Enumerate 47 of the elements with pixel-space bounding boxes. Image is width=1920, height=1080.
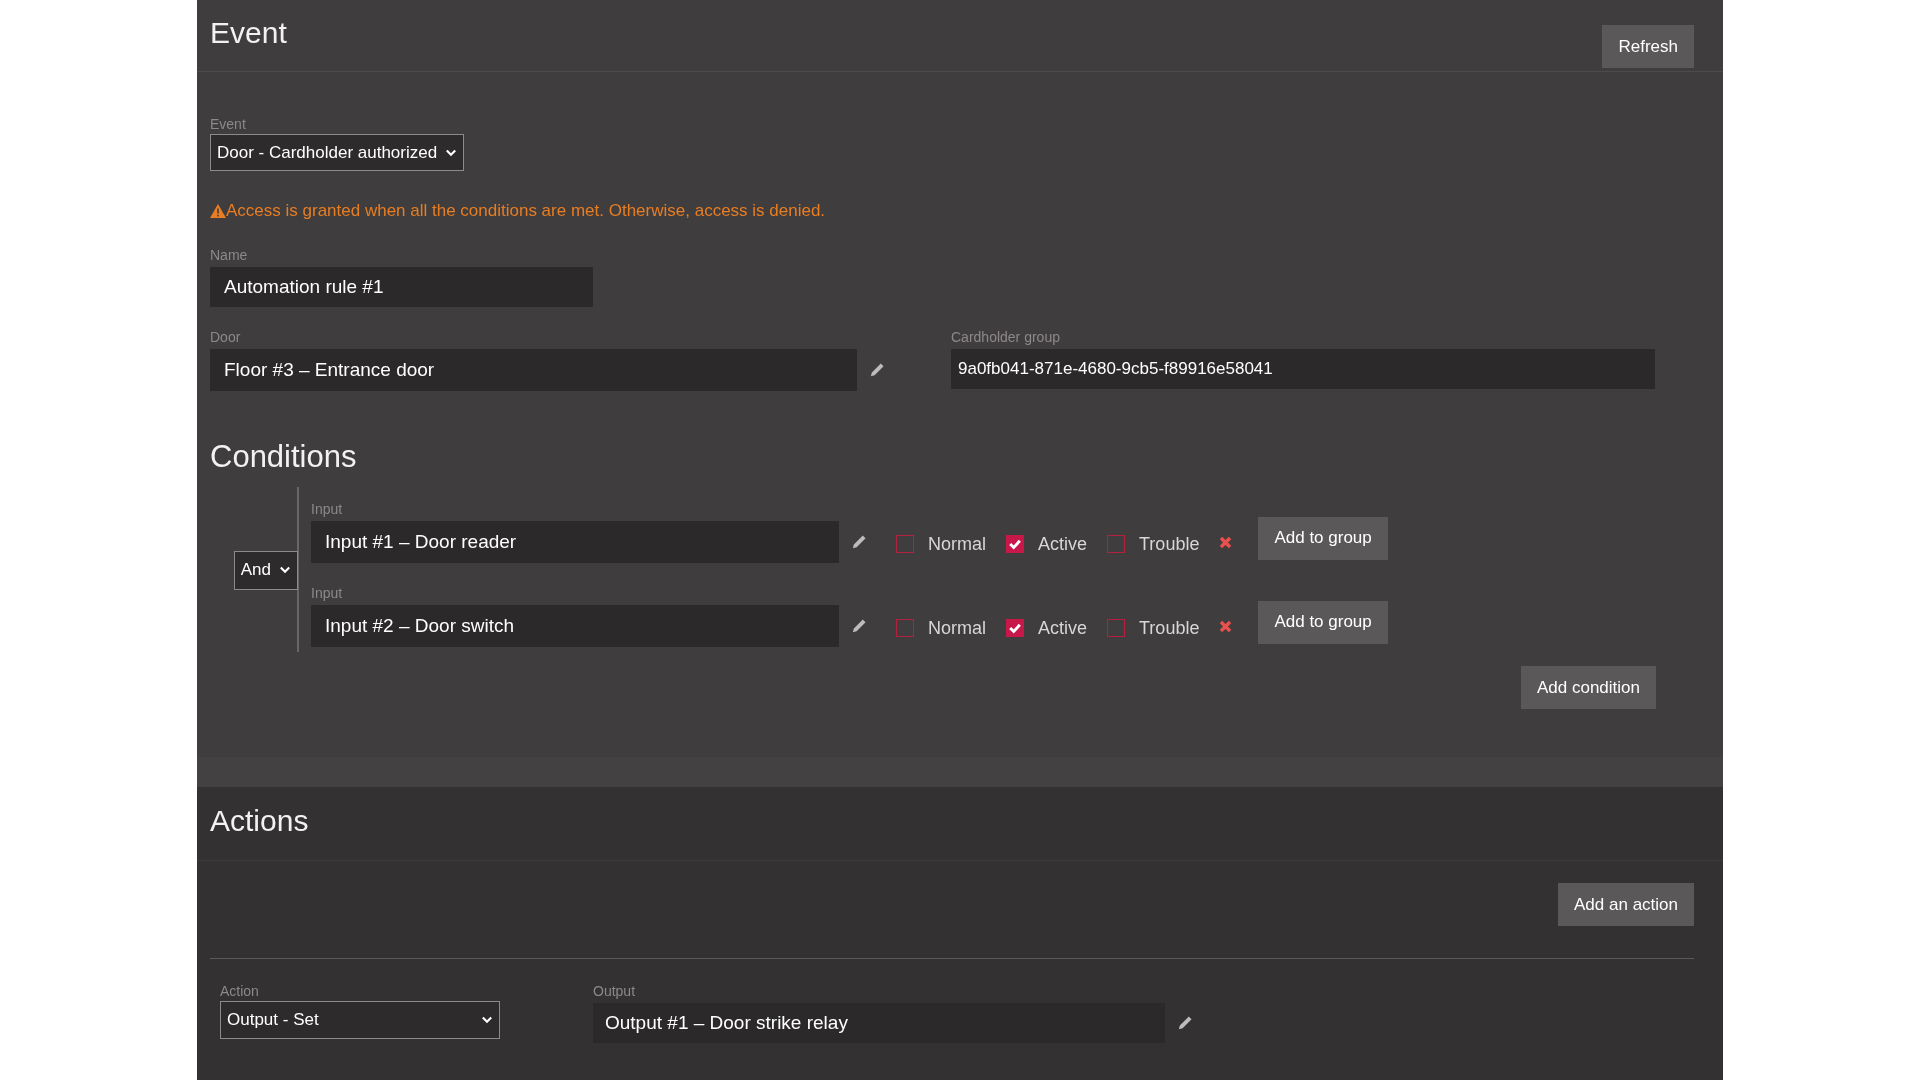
field-label: Name: [210, 247, 249, 264]
add-to-group-button[interactable]: Add to group: [1258, 516, 1388, 560]
add-action-button[interactable]: Add an action: [1558, 883, 1694, 926]
checkbox[interactable]: [896, 535, 914, 553]
warning-message: Access is granted when all the conditions are met. Otherwise, access is denied.: [226, 201, 826, 221]
pencil-icon[interactable]: [869, 362, 884, 378]
section-title: Conditions: [210, 439, 358, 475]
field-label: Door: [210, 329, 242, 346]
caret-icon: [481, 1014, 493, 1026]
field-label: Action: [220, 983, 260, 1000]
select-field[interactable]: Output - Set: [220, 1001, 500, 1039]
select-field[interactable]: And: [233, 550, 298, 590]
select-field[interactable]: Door - Cardholder authorized: [210, 134, 465, 171]
checkbox[interactable]: [896, 619, 914, 637]
checkbox-label: Trouble: [1139, 533, 1200, 555]
pencil-icon[interactable]: [851, 534, 866, 550]
refresh-button[interactable]: Refresh: [1602, 25, 1694, 68]
field-label: Input: [311, 585, 344, 602]
field-label: Cardholder group: [951, 329, 1061, 346]
input-field[interactable]: Input #2 – Door switch: [311, 605, 839, 647]
section-title: Actions: [210, 804, 310, 838]
checkbox-label: Active: [1038, 533, 1088, 555]
input-field[interactable]: Automation rule #1: [210, 267, 593, 307]
pencil-icon[interactable]: [1177, 1015, 1192, 1031]
input-field[interactable]: 9a0fb041-871e-4680-9cb5-f89916e58041: [951, 349, 1655, 389]
input-field[interactable]: Floor #3 – Entrance door: [210, 349, 857, 391]
field-label: Event: [210, 116, 247, 133]
section-title: Event: [210, 16, 287, 50]
checkbox[interactable]: [1006, 619, 1024, 637]
checkbox[interactable]: [1107, 619, 1126, 637]
caret-icon: [279, 564, 291, 576]
checkbox[interactable]: [1107, 535, 1126, 553]
checkbox-label: Normal: [928, 533, 986, 555]
field-label: Input: [311, 501, 344, 518]
checkbox-label: Active: [1038, 617, 1088, 639]
checkbox-label: Trouble: [1139, 617, 1200, 639]
add-condition-button[interactable]: Add condition: [1520, 666, 1656, 709]
field-label: Output: [593, 983, 637, 1000]
add-to-group-button[interactable]: Add to group: [1258, 600, 1388, 644]
cross-icon[interactable]: [1219, 535, 1233, 549]
warning-icon: [210, 204, 226, 218]
checkbox-label: Normal: [928, 617, 986, 639]
pencil-icon[interactable]: [851, 618, 866, 634]
input-field[interactable]: Output #1 – Door strike relay: [593, 1003, 1165, 1043]
cross-icon[interactable]: [1219, 619, 1233, 633]
input-field[interactable]: Input #1 – Door reader: [311, 521, 839, 563]
checkbox[interactable]: [1006, 535, 1024, 553]
